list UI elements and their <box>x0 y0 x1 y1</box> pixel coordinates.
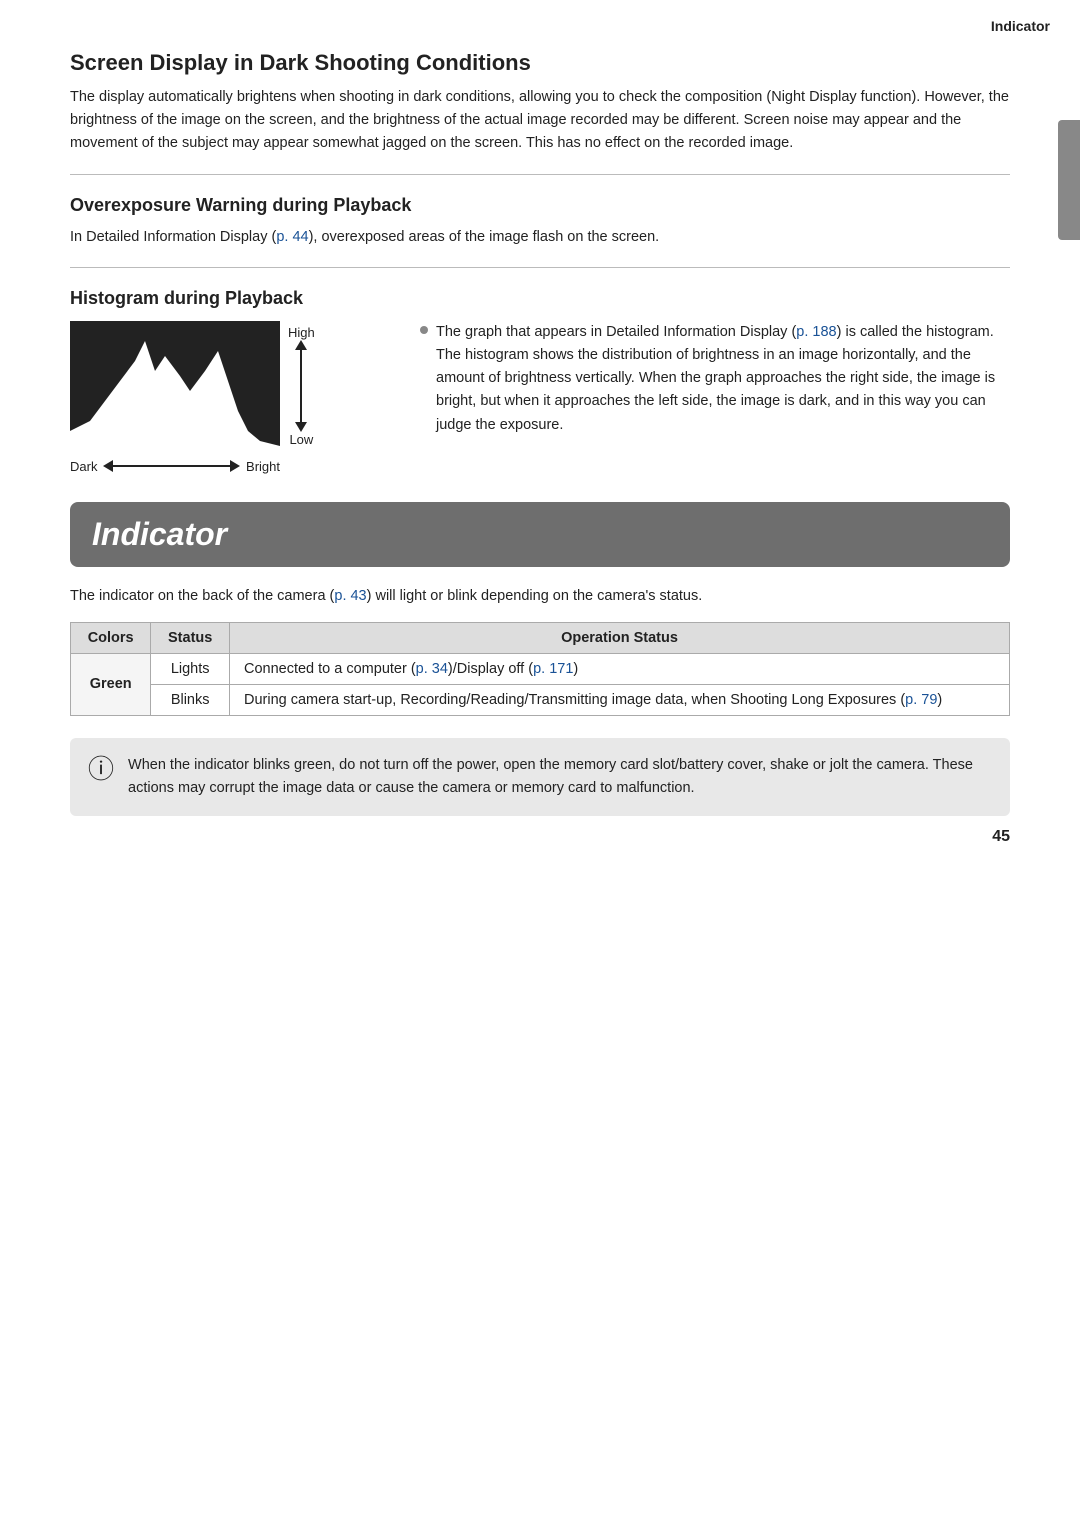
indicator-table: Colors Status Operation Status Green Lig… <box>70 622 1010 716</box>
arrow-up-icon <box>295 340 307 350</box>
arrow-left-icon <box>103 460 113 472</box>
arrow-right-icon <box>230 460 240 472</box>
col-operation-header: Operation Status <box>229 622 1009 653</box>
top-right-label: Indicator <box>991 18 1050 34</box>
right-tab-decoration <box>1058 120 1080 240</box>
divider-2 <box>70 267 1010 268</box>
indicator-intro: The indicator on the back of the camera … <box>70 585 1010 608</box>
histogram-section: High Low Dark Bright <box>70 321 1010 474</box>
horizontal-arrow <box>103 460 240 472</box>
table-row-blinks: Blinks During camera start-up, Recording… <box>71 684 1010 715</box>
bullet-dot-icon <box>420 326 428 334</box>
indicator-title: Indicator <box>92 516 988 553</box>
table-cell-color-green: Green <box>71 653 151 715</box>
table-cell-status-blinks: Blinks <box>151 684 230 715</box>
histogram-link[interactable]: p. 188 <box>796 324 836 340</box>
col-status-header: Status <box>151 622 230 653</box>
arrow-h-line <box>113 465 230 467</box>
overexposure-link[interactable]: p. 44 <box>276 229 308 245</box>
overexposure-title: Overexposure Warning during Playback <box>70 195 1010 216</box>
bright-label: Bright <box>246 459 280 474</box>
col-colors-header: Colors <box>71 622 151 653</box>
histogram-graph <box>70 321 280 451</box>
histogram-right: The graph that appears in Detailed Infor… <box>420 321 1010 437</box>
histogram-left: High Low Dark Bright <box>70 321 390 474</box>
page-number: 45 <box>992 828 1010 846</box>
table-header-row: Colors Status Operation Status <box>71 622 1010 653</box>
link-p171[interactable]: p. 171 <box>533 661 573 677</box>
histogram-bullet-text: The graph that appears in Detailed Infor… <box>436 321 1010 437</box>
divider-1 <box>70 174 1010 175</box>
indicator-header: Indicator <box>70 502 1010 567</box>
dark-label: Dark <box>70 459 97 474</box>
histogram-title: Histogram during Playback <box>70 288 1010 309</box>
overexposure-body: In Detailed Information Display (p. 44),… <box>70 226 1010 249</box>
histogram-axis: High Low <box>288 321 315 451</box>
low-label: Low <box>289 432 313 447</box>
warning-box: ⓘ When the indicator blinks green, do no… <box>70 738 1010 816</box>
table-row-lights: Green Lights Connected to a computer (p.… <box>71 653 1010 684</box>
high-label: High <box>288 325 315 340</box>
arrow-down-icon <box>295 422 307 432</box>
table-cell-status-lights: Lights <box>151 653 230 684</box>
table-cell-operation-lights: Connected to a computer (p. 34)/Display … <box>229 653 1009 684</box>
histogram-bottom-row: Dark Bright <box>70 459 280 474</box>
arrow-v-line <box>300 350 302 422</box>
vertical-arrow <box>295 340 307 432</box>
screen-display-title: Screen Display in Dark Shooting Conditio… <box>70 50 1010 76</box>
indicator-intro-link[interactable]: p. 43 <box>334 588 366 604</box>
histogram-bullet: The graph that appears in Detailed Infor… <box>420 321 1010 437</box>
histogram-diagram: High Low <box>70 321 315 451</box>
link-p34[interactable]: p. 34 <box>416 661 448 677</box>
warning-icon: ⓘ <box>88 756 114 782</box>
link-p79[interactable]: p. 79 <box>905 692 937 708</box>
table-cell-operation-blinks: During camera start-up, Recording/Readin… <box>229 684 1009 715</box>
screen-display-body: The display automatically brightens when… <box>70 86 1010 156</box>
warning-text: When the indicator blinks green, do not … <box>128 754 992 800</box>
